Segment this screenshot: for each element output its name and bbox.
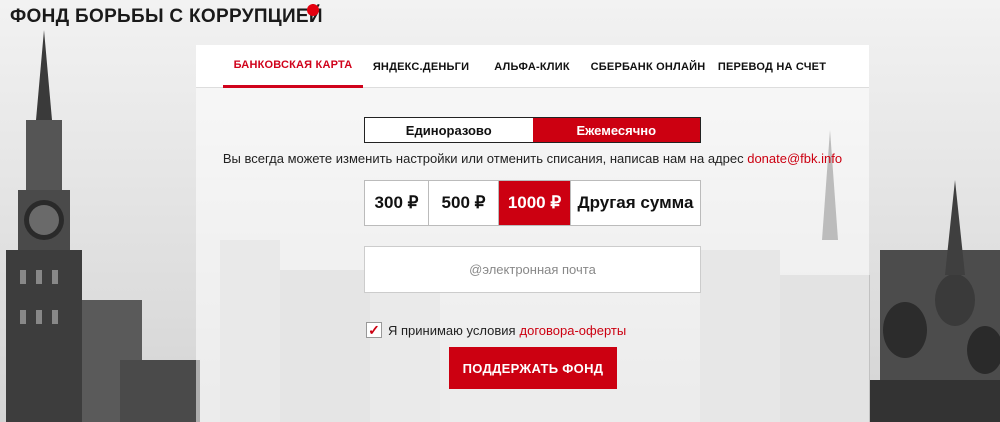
agreement-text: Я принимаю условия: [388, 322, 516, 338]
site-title[interactable]: ФОНД БОРЬБЫ С КОРРУПЦИЕЙ: [10, 6, 323, 28]
email-input[interactable]: [364, 246, 701, 293]
donation-card: БАНКОВСКАЯ КАРТА ЯНДЕКС.ДЕНЬГИ АЛЬФА-КЛИ…: [196, 45, 869, 422]
tab-bank-transfer[interactable]: ПЕРЕВОД НА СЧЕТ: [716, 45, 828, 88]
monthly-button[interactable]: Ежемесячно: [532, 118, 700, 142]
support-fund-button[interactable]: ПОДДЕРЖАТЬ ФОНД: [449, 347, 617, 389]
amount-1000-button[interactable]: 1000 ₽: [499, 181, 571, 225]
amount-selector: 300 ₽ 500 ₽ 1000 ₽ Другая сумма: [364, 180, 701, 226]
tab-alfa-click[interactable]: АЛЬФА-КЛИК: [484, 45, 580, 88]
agreement-checkbox[interactable]: ✓: [366, 322, 382, 338]
one-time-button[interactable]: Единоразово: [365, 118, 533, 142]
payment-method-tabs: БАНКОВСКАЯ КАРТА ЯНДЕКС.ДЕНЬГИ АЛЬФА-КЛИ…: [196, 45, 869, 88]
offer-agreement-link[interactable]: договора-оферты: [520, 323, 627, 338]
settings-hint: Вы всегда можете изменить настройки или …: [196, 151, 869, 166]
agreement-row: ✓ Я принимаю условия договора-оферты: [366, 321, 626, 339]
frequency-toggle: Единоразово Ежемесячно: [364, 117, 701, 143]
amount-500-button[interactable]: 500 ₽: [429, 181, 499, 225]
hint-text: Вы всегда можете изменить настройки или …: [222, 151, 744, 166]
donate-email-link[interactable]: donate@fbk.info: [747, 151, 842, 166]
brand-dot-icon: [307, 4, 319, 16]
other-amount-button[interactable]: Другая сумма: [571, 181, 700, 225]
tab-sberbank-online[interactable]: СБЕРБАНК ОНЛАЙН: [588, 45, 708, 88]
amount-300-button[interactable]: 300 ₽: [365, 181, 429, 225]
tab-yandex-money[interactable]: ЯНДЕКС.ДЕНЬГИ: [371, 45, 471, 88]
tab-bank-card[interactable]: БАНКОВСКАЯ КАРТА: [223, 45, 363, 88]
